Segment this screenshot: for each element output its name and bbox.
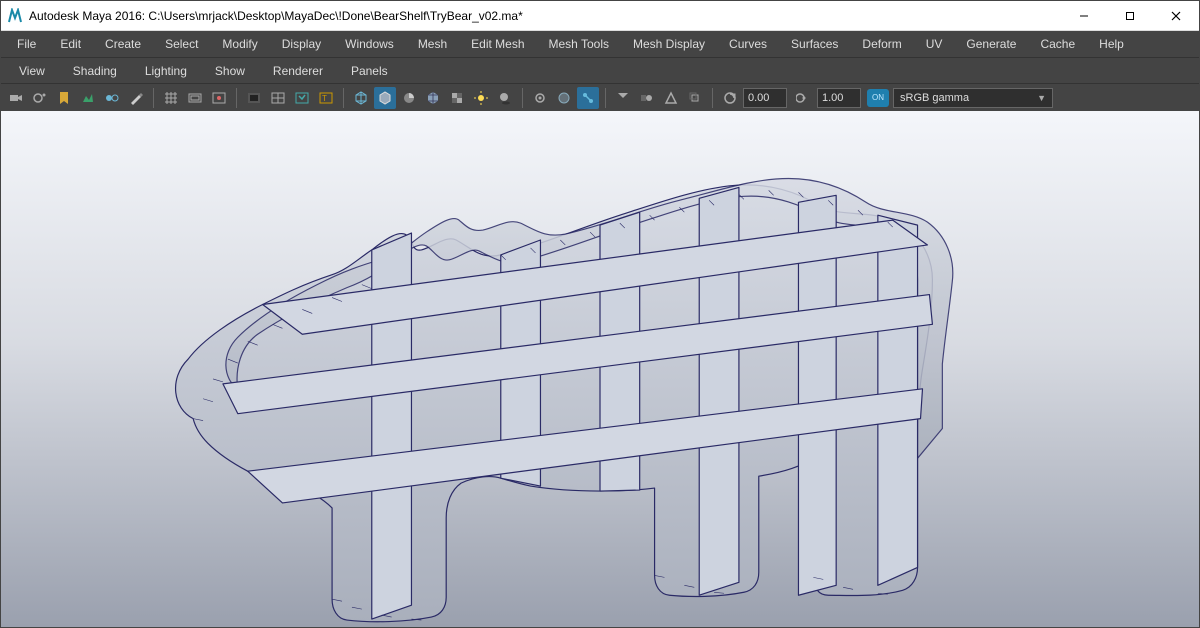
menu-windows[interactable]: Windows (333, 33, 406, 55)
chevron-down-icon: ▼ (1037, 93, 1046, 103)
xray-joints-icon[interactable] (577, 87, 599, 109)
multisample-aa-icon[interactable] (660, 87, 682, 109)
menu-edit[interactable]: Edit (48, 33, 93, 55)
grease-pencil-icon[interactable] (125, 87, 147, 109)
exposure-reset-icon[interactable] (719, 87, 741, 109)
maximize-button[interactable] (1107, 1, 1153, 30)
svg-text:T: T (322, 94, 327, 103)
window-titlebar: Autodesk Maya 2016: C:\Users\mrjack\Desk… (1, 1, 1199, 31)
screen-space-ao-icon[interactable] (612, 87, 634, 109)
menu-surfaces[interactable]: Surfaces (779, 33, 850, 55)
menu-modify[interactable]: Modify (210, 33, 269, 55)
wireframe-icon[interactable] (350, 87, 372, 109)
menu-mesh[interactable]: Mesh (406, 33, 459, 55)
menu-mesh-tools[interactable]: Mesh Tools (537, 33, 621, 55)
use-default-material-icon[interactable] (398, 87, 420, 109)
menu-help[interactable]: Help (1087, 33, 1136, 55)
isolate-select-icon[interactable] (529, 87, 551, 109)
view-transform-dropdown[interactable]: sRGB gamma ▼ (893, 88, 1053, 108)
panel-menu-renderer[interactable]: Renderer (259, 60, 337, 82)
grid-icon[interactable] (160, 87, 182, 109)
menu-mesh-display[interactable]: Mesh Display (621, 33, 717, 55)
menu-cache[interactable]: Cache (1028, 33, 1087, 55)
panel-menu-panels[interactable]: Panels (337, 60, 402, 82)
gate-mask-icon[interactable] (243, 87, 265, 109)
gamma-value: 1.00 (822, 92, 843, 104)
motion-blur-icon[interactable] (636, 87, 658, 109)
gamma-reset-icon[interactable] (793, 87, 815, 109)
bear-shelf-model (1, 111, 1199, 627)
menu-file[interactable]: File (5, 33, 48, 55)
panel-menu-show[interactable]: Show (201, 60, 259, 82)
panel-menu-shading[interactable]: Shading (59, 60, 131, 82)
perspective-viewport[interactable] (1, 111, 1199, 627)
close-button[interactable] (1153, 1, 1199, 30)
panel-menu-bar: ViewShadingLightingShowRendererPanels (1, 57, 1199, 83)
exposure-field[interactable]: 0.00 (743, 88, 787, 108)
gamma-field[interactable]: 1.00 (817, 88, 861, 108)
depth-of-field-icon[interactable] (684, 87, 706, 109)
textured-icon[interactable] (446, 87, 468, 109)
menu-select[interactable]: Select (153, 33, 210, 55)
menu-curves[interactable]: Curves (717, 33, 779, 55)
main-menu-bar: FileEditCreateSelectModifyDisplayWindows… (1, 31, 1199, 57)
field-chart-icon[interactable] (267, 87, 289, 109)
window-title: Autodesk Maya 2016: C:\Users\mrjack\Desk… (29, 9, 523, 23)
safe-action-icon[interactable] (291, 87, 313, 109)
wire-on-shaded-icon[interactable] (422, 87, 444, 109)
image-plane-icon[interactable] (77, 87, 99, 109)
two-side-icon[interactable] (101, 87, 123, 109)
smooth-shade-icon[interactable] (374, 87, 396, 109)
film-gate-icon[interactable] (184, 87, 206, 109)
camera-settings-icon[interactable] (29, 87, 51, 109)
resolution-gate-icon[interactable] (208, 87, 230, 109)
use-lights-icon[interactable] (470, 87, 492, 109)
menu-uv[interactable]: UV (914, 33, 955, 55)
menu-create[interactable]: Create (93, 33, 153, 55)
exposure-value: 0.00 (748, 92, 769, 104)
shadows-icon[interactable] (494, 87, 516, 109)
maya-app-icon (7, 8, 23, 24)
panel-menu-lighting[interactable]: Lighting (131, 60, 201, 82)
minimize-button[interactable] (1061, 1, 1107, 30)
select-camera-icon[interactable] (5, 87, 27, 109)
safe-title-icon[interactable]: T (315, 87, 337, 109)
menu-display[interactable]: Display (270, 33, 333, 55)
menu-generate[interactable]: Generate (954, 33, 1028, 55)
color-management-toggle[interactable]: ON (867, 89, 889, 107)
menu-edit-mesh[interactable]: Edit Mesh (459, 33, 536, 55)
viewport-toolbar: T 0.00 1.00 ON sRGB gamma ▼ (1, 83, 1199, 111)
xray-icon[interactable] (553, 87, 575, 109)
panel-menu-view[interactable]: View (5, 60, 59, 82)
view-transform-label: sRGB gamma (900, 92, 969, 104)
menu-deform[interactable]: Deform (850, 33, 913, 55)
bookmark-icon[interactable] (53, 87, 75, 109)
